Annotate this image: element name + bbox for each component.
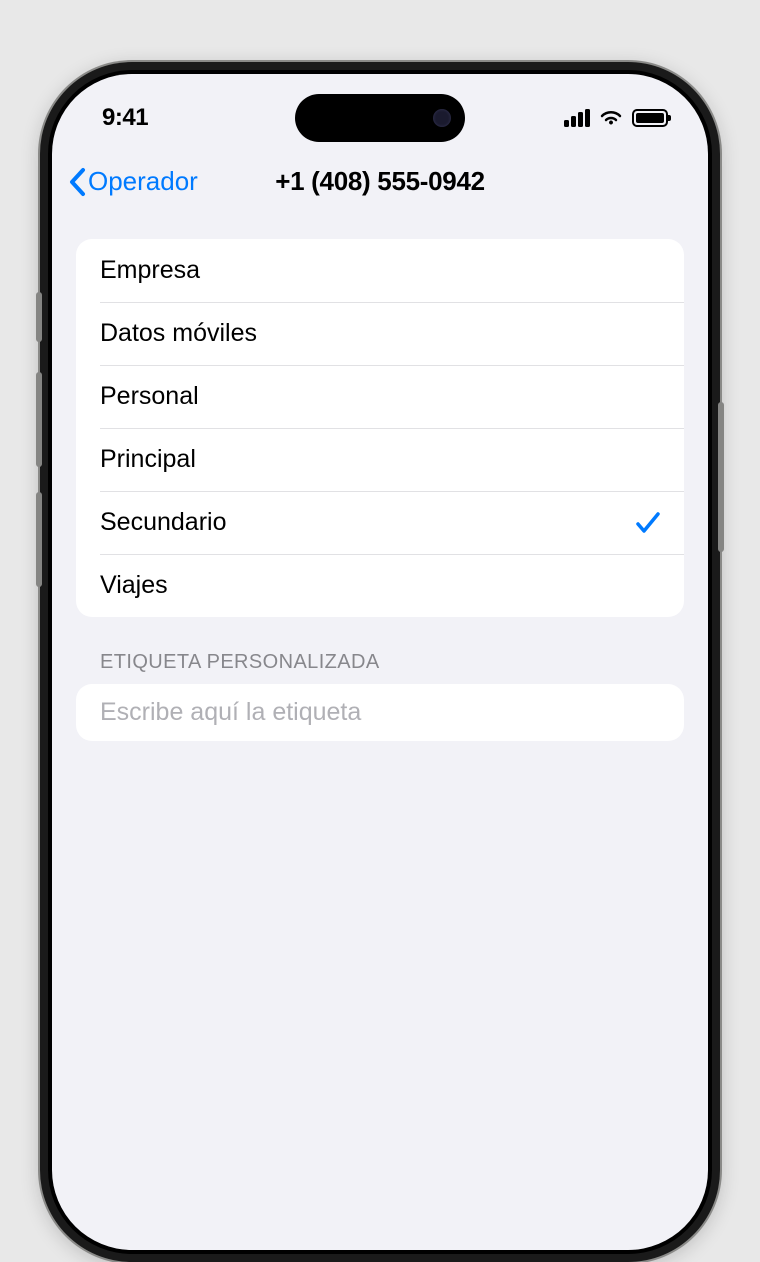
label-text: Viajes <box>100 571 168 600</box>
battery-icon <box>632 109 668 127</box>
label-option-personal[interactable]: Personal <box>76 365 684 428</box>
screen: 9:41 <box>52 74 708 1250</box>
volume-down-button <box>36 492 42 587</box>
power-button <box>718 402 724 552</box>
label-list: Empresa Datos móviles Personal Principal… <box>76 239 684 617</box>
label-option-principal[interactable]: Principal <box>76 428 684 491</box>
status-time: 9:41 <box>102 104 148 132</box>
label-text: Personal <box>100 382 199 411</box>
front-camera <box>433 109 451 127</box>
back-button[interactable]: Operador <box>68 166 198 197</box>
cellular-signal-icon <box>564 109 590 127</box>
label-text: Principal <box>100 445 196 474</box>
page-title: +1 (408) 555-0942 <box>275 166 485 197</box>
label-option-empresa[interactable]: Empresa <box>76 239 684 302</box>
label-text: Empresa <box>100 256 200 285</box>
label-text: Datos móviles <box>100 319 257 348</box>
label-option-datos-moviles[interactable]: Datos móviles <box>76 302 684 365</box>
wifi-icon <box>598 109 624 128</box>
checkmark-icon <box>634 509 662 537</box>
label-option-secundario[interactable]: Secundario <box>76 491 684 554</box>
back-label: Operador <box>88 166 198 197</box>
chevron-back-icon <box>68 167 86 197</box>
volume-up-button <box>36 372 42 467</box>
custom-label-header: ETIQUETA PERSONALIZADA <box>76 617 684 684</box>
phone-frame: 9:41 <box>40 62 720 1262</box>
custom-label-input[interactable] <box>100 698 660 727</box>
silence-switch <box>36 292 42 342</box>
dynamic-island <box>295 94 465 142</box>
label-option-viajes[interactable]: Viajes <box>76 554 684 617</box>
label-text: Secundario <box>100 508 226 537</box>
custom-label-group <box>76 684 684 741</box>
navigation-bar: Operador +1 (408) 555-0942 <box>52 144 708 215</box>
